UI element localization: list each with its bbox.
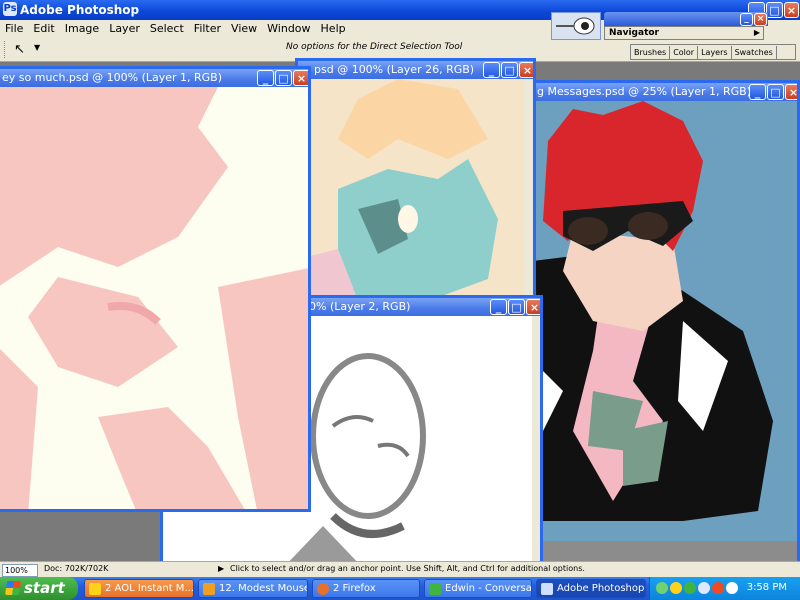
volume-icon[interactable] — [698, 582, 710, 594]
taskbar-item-label: Edwin - Conversat... — [445, 583, 532, 594]
document-title: 0% (Layer 2, RGB) — [309, 300, 411, 313]
navigator-panel: Navigator ▶ — [604, 26, 764, 40]
messenger-icon — [429, 583, 441, 595]
minimize-icon[interactable]: _ — [490, 299, 507, 315]
clock[interactable]: 3:58 PM — [747, 582, 787, 593]
close-icon[interactable]: × — [526, 299, 540, 315]
security-icon[interactable] — [712, 582, 724, 594]
minimize-icon[interactable]: _ — [740, 13, 753, 26]
document-window[interactable]: g Messages.psd @ 25% (Layer 1, RGB) _ □ … — [530, 80, 800, 564]
windows-logo-icon — [5, 581, 21, 595]
taskbar-item-photoshop[interactable]: Adobe Photoshop — [536, 579, 646, 598]
tab-navigator[interactable]: Navigator — [609, 28, 659, 38]
close-icon[interactable]: × — [293, 70, 308, 86]
tab-color[interactable]: Color — [670, 46, 699, 59]
document-titlebar[interactable]: ey so much.psd @ 100% (Layer 1, RGB) _ □… — [0, 69, 308, 87]
photoshop-icon — [541, 583, 553, 595]
menu-filter[interactable]: Filter — [189, 20, 226, 35]
grip-handle[interactable] — [4, 41, 8, 58]
document-titlebar[interactable]: psd @ 100% (Layer 26, RGB) _ □ × — [298, 61, 533, 79]
close-icon[interactable]: × — [754, 13, 767, 26]
close-icon[interactable]: × — [519, 62, 533, 78]
minimize-icon[interactable]: _ — [257, 70, 274, 86]
palette-menu-icon[interactable]: ▶ — [754, 28, 760, 37]
system-tray: 3:58 PM — [649, 577, 800, 600]
menu-edit[interactable]: Edit — [28, 20, 59, 35]
close-icon[interactable]: × — [785, 84, 797, 100]
menu-file[interactable]: File — [0, 20, 28, 35]
options-message: No options for the Direct Selection Tool — [286, 42, 463, 52]
document-title: g Messages.psd @ 25% (Layer 1, RGB) — [537, 85, 752, 98]
palette-tabs: Brushes Color Layers Swatches — [630, 44, 796, 60]
maximize-icon[interactable]: □ — [275, 70, 292, 86]
network-icon[interactable] — [656, 582, 668, 594]
media-player-icon — [203, 583, 215, 595]
taskbar-item-aim[interactable]: 2 AOL Instant M... — [84, 579, 194, 598]
taskbar-item-conversation[interactable]: Edwin - Conversat... — [424, 579, 532, 598]
menu-layer[interactable]: Layer — [104, 20, 145, 35]
app-title: Adobe Photoshop — [20, 3, 140, 17]
firefox-icon — [317, 583, 329, 595]
document-title: psd @ 100% (Layer 26, RGB) — [314, 63, 475, 76]
taskbar-item-media[interactable]: 12. Modest Mouse... — [198, 579, 308, 598]
menu-view[interactable]: View — [226, 20, 262, 35]
photoshop-icon: Ps — [3, 2, 17, 16]
tab-brushes[interactable]: Brushes — [631, 46, 671, 59]
play-icon[interactable]: ▶ — [218, 564, 224, 573]
document-window[interactable]: psd @ 100% (Layer 26, RGB) _ □ × — [295, 58, 536, 298]
aim-icon — [89, 583, 101, 595]
tab-swatches[interactable]: Swatches — [732, 46, 777, 59]
navigator-panel-titlebar[interactable]: _ × — [604, 12, 768, 26]
doc-size[interactable]: Doc: 702K/702K — [44, 564, 108, 573]
pink-portrait-artwork — [0, 87, 308, 509]
tab-layers[interactable]: Layers — [698, 46, 732, 59]
document-window[interactable]: ey so much.psd @ 100% (Layer 1, RGB) _ □… — [0, 66, 311, 512]
taskbar-item-label: Adobe Photoshop — [557, 583, 645, 594]
eye-thumbnail-icon — [556, 17, 595, 35]
canvas[interactable] — [533, 101, 797, 561]
status-message: Click to select and/or drag an anchor po… — [230, 564, 585, 573]
taskbar: start 2 AOL Instant M... 12. Modest Mous… — [0, 577, 800, 600]
maximize-icon[interactable]: □ — [766, 2, 783, 18]
chevron-down-icon[interactable]: ▼ — [34, 43, 40, 52]
maximize-icon[interactable]: □ — [767, 84, 784, 100]
menu-select[interactable]: Select — [145, 20, 189, 35]
taskbar-item-label: 2 Firefox — [333, 583, 376, 594]
portrait-artwork — [533, 101, 797, 561]
start-button[interactable]: start — [0, 577, 78, 600]
messenger-tray-icon[interactable] — [684, 582, 696, 594]
maximize-icon[interactable]: □ — [508, 299, 525, 315]
status-bar: 100% Doc: 702K/702K ▶ Click to select an… — [0, 561, 800, 578]
canvas[interactable] — [0, 87, 308, 509]
direct-selection-icon[interactable]: ↖ — [14, 42, 25, 57]
menu-window[interactable]: Window — [262, 20, 315, 35]
face-artwork — [298, 79, 533, 295]
menu-help[interactable]: Help — [316, 20, 351, 35]
taskbar-item-label: 12. Modest Mouse... — [219, 583, 307, 594]
document-title: ey so much.psd @ 100% (Layer 1, RGB) — [2, 71, 223, 84]
close-icon[interactable]: × — [784, 2, 799, 18]
taskbar-item-label: 2 AOL Instant M... — [105, 583, 194, 594]
start-label: start — [24, 579, 65, 597]
zoom-field[interactable]: 100% — [2, 564, 38, 577]
minimize-icon[interactable]: _ — [749, 84, 766, 100]
navigator-thumbnail[interactable] — [551, 12, 601, 40]
taskbar-item-firefox[interactable]: 2 Firefox — [312, 579, 420, 598]
document-titlebar[interactable]: g Messages.psd @ 25% (Layer 1, RGB) _ □ … — [533, 83, 797, 101]
menu-image[interactable]: Image — [60, 20, 104, 35]
canvas[interactable] — [298, 79, 533, 295]
maximize-icon[interactable]: □ — [501, 62, 518, 78]
aim-tray-icon[interactable] — [670, 582, 682, 594]
minimize-icon[interactable]: _ — [483, 62, 500, 78]
clock-tray-icon[interactable] — [726, 582, 738, 594]
